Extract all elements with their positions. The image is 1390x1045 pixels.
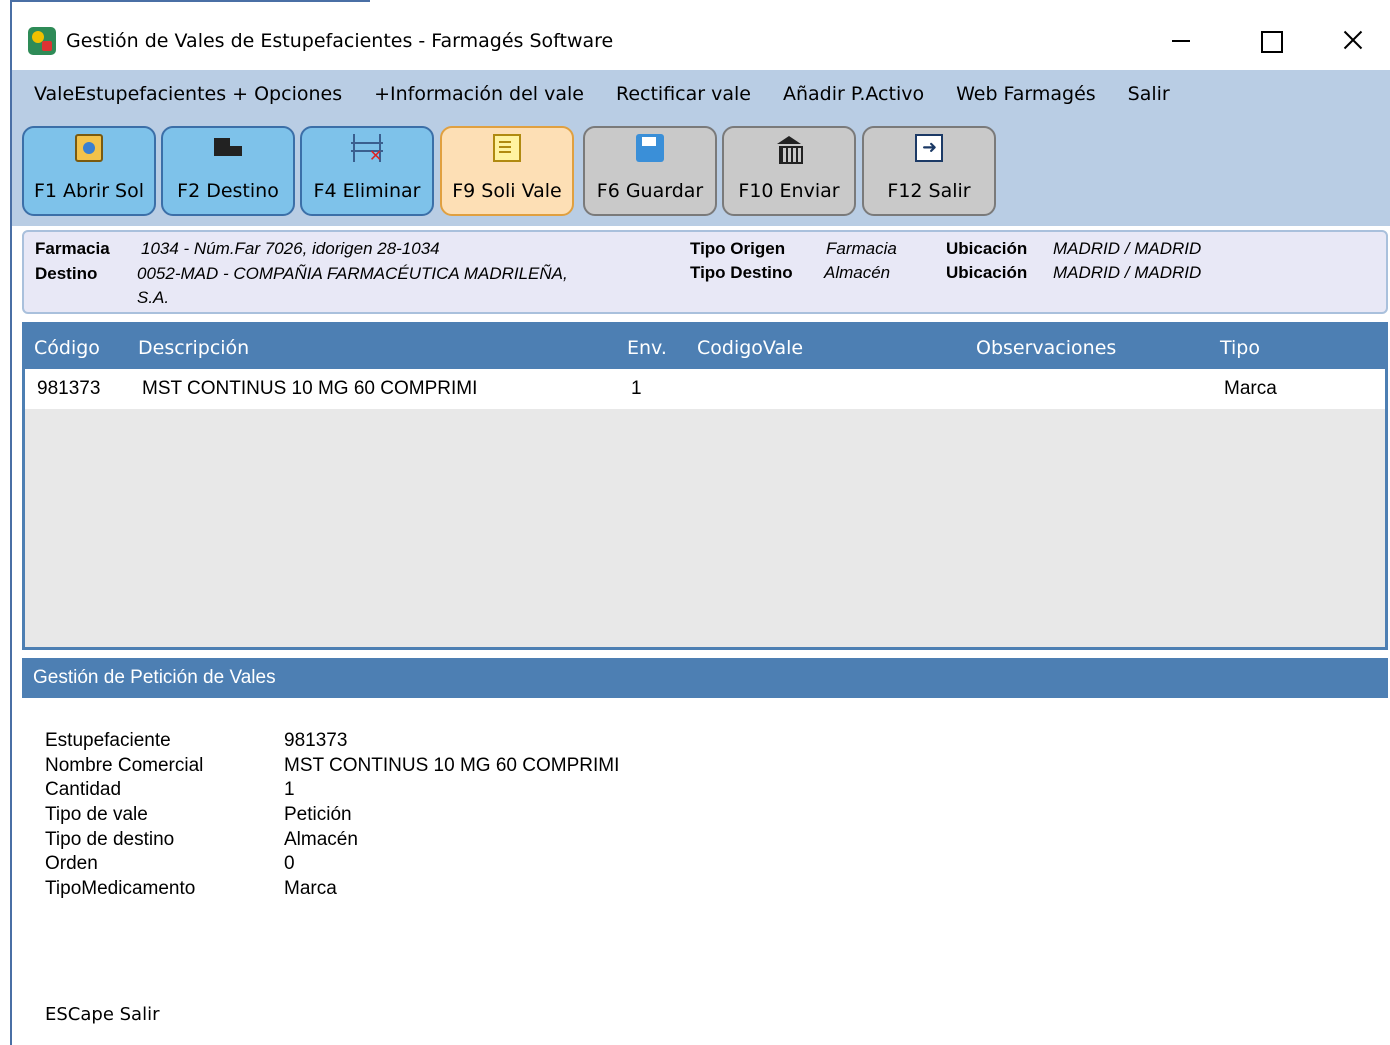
detail-label: Nombre Comercial: [45, 754, 204, 776]
truck-icon: [214, 134, 242, 162]
detail-label: Estupefaciente: [45, 730, 171, 751]
section-title: Gestión de Petición de Vales: [22, 658, 1388, 698]
eliminar-label: F4 Eliminar: [313, 180, 421, 202]
vale-lines-grid[interactable]: Código Descripción Env. CodigoVale Obser…: [22, 322, 1388, 650]
col-env[interactable]: Env.: [627, 337, 667, 359]
detail-label: Cantidad: [45, 779, 122, 801]
detail-label: Tipo de vale: [45, 804, 148, 826]
list-arrow-icon: [493, 134, 521, 162]
detail-label: Tipo de destino: [45, 828, 175, 850]
detail-label: Orden: [45, 853, 98, 875]
destino-button[interactable]: F2 Destino: [161, 126, 295, 216]
destino-label: Destino: [35, 264, 98, 283]
col-tipo[interactable]: Tipo: [1220, 337, 1260, 359]
menu-web-farmages[interactable]: Web Farmagés: [956, 83, 1096, 105]
detail-value: Petición: [284, 804, 352, 826]
guardar-label: F6 Guardar: [596, 180, 704, 202]
detail-value: 981373: [284, 730, 348, 751]
exit-icon: [915, 134, 943, 162]
grid-delete-icon: [351, 134, 383, 165]
salir-label: F12 Salir: [887, 180, 971, 202]
ubicacion-origen-value: MADRID / MADRID: [1053, 239, 1202, 258]
tipo-destino-label: Tipo Destino: [690, 263, 793, 282]
col-descripcion[interactable]: Descripción: [138, 337, 249, 359]
menu-vale-estupefacientes[interactable]: ValeEstupefacientes + Opciones: [34, 83, 342, 105]
destino-value: 0052-MAD - COMPAÑIA FARMACÉUTICA MADRILE…: [137, 264, 568, 283]
eliminar-button[interactable]: F4 Eliminar: [300, 126, 434, 216]
detail-value: 0: [284, 853, 295, 875]
maximize-icon[interactable]: [1248, 20, 1294, 60]
ubicacion-destino-label: Ubicación: [946, 263, 1028, 282]
farmacia-label: Farmacia: [35, 239, 110, 258]
detail-value: 1: [284, 779, 295, 801]
toolbar: F1 Abrir Sol F2 Destino F4 Eliminar F9 S…: [12, 118, 1390, 226]
escape-salir-hint[interactable]: ESCape Salir: [45, 1004, 159, 1025]
detail-value: Almacén: [284, 828, 358, 850]
ubicacion-origen-label: Ubicación: [946, 239, 1028, 258]
cell-descripcion: MST CONTINUS 10 MG 60 COMPRIMI: [142, 378, 478, 399]
tipo-destino-value: Almacén: [824, 263, 891, 282]
destino-label: F2 Destino: [177, 180, 279, 202]
title-bar: Gestión de Vales de Estupefacientes - Fa…: [12, 2, 1390, 70]
soli-vale-label: F9 Soli Vale: [452, 180, 562, 202]
window-title: Gestión de Vales de Estupefacientes - Fa…: [66, 30, 614, 52]
col-codigo[interactable]: Código: [34, 337, 100, 359]
enviar-label: F10 Enviar: [738, 180, 840, 202]
vale-info-panel: Farmacia 1034 - Núm.Far 7026, idorigen 2…: [22, 230, 1388, 314]
menu-informacion-vale[interactable]: +Información del vale: [374, 83, 584, 105]
detail-value: Marca: [284, 878, 337, 900]
grid-header: Código Descripción Env. CodigoVale Obser…: [25, 325, 1385, 369]
menu-rectificar-vale[interactable]: Rectificar vale: [616, 83, 751, 105]
soli-vale-button[interactable]: F9 Soli Vale: [440, 126, 574, 216]
farmages-app-icon[interactable]: [28, 27, 56, 55]
close-icon[interactable]: [1330, 20, 1376, 60]
guardar-button[interactable]: F6 Guardar: [583, 126, 717, 216]
tipo-origen-value: Farmacia: [826, 239, 897, 258]
col-observaciones[interactable]: Observaciones: [976, 337, 1116, 359]
table-row[interactable]: 981373 MST CONTINUS 10 MG 60 COMPRIMI 1 …: [25, 369, 1385, 409]
menu-anadir-pactivo[interactable]: Añadir P.Activo: [783, 83, 924, 105]
detail-label: TipoMedicamento: [45, 878, 196, 900]
ubicacion-destino-value: MADRID / MADRID: [1053, 263, 1202, 282]
bank-icon: [775, 134, 803, 164]
col-codigo-vale[interactable]: CodigoVale: [697, 337, 803, 359]
farmacia-value: 1034 - Núm.Far 7026, idorigen 28-1034: [141, 239, 440, 258]
detail-value: MST CONTINUS 10 MG 60 COMPRIMI: [284, 754, 620, 776]
menu-bar: ValeEstupefacientes + Opciones +Informac…: [12, 70, 1390, 118]
cell-tipo: Marca: [1224, 378, 1277, 399]
enviar-button[interactable]: F10 Enviar: [722, 126, 856, 216]
salir-button[interactable]: F12 Salir: [862, 126, 996, 216]
save-icon: [636, 134, 664, 162]
cell-codigo: 981373: [37, 378, 101, 399]
cell-env: 1: [631, 378, 642, 399]
tipo-origen-label: Tipo Origen: [690, 239, 786, 258]
abrir-sol-label: F1 Abrir Sol: [33, 180, 145, 202]
folder-globe-icon: [75, 134, 103, 162]
destino-value-cont: S.A.: [137, 288, 170, 307]
abrir-sol-button[interactable]: F1 Abrir Sol: [22, 126, 156, 216]
minimize-icon[interactable]: [1158, 20, 1204, 60]
menu-salir[interactable]: Salir: [1128, 83, 1170, 105]
